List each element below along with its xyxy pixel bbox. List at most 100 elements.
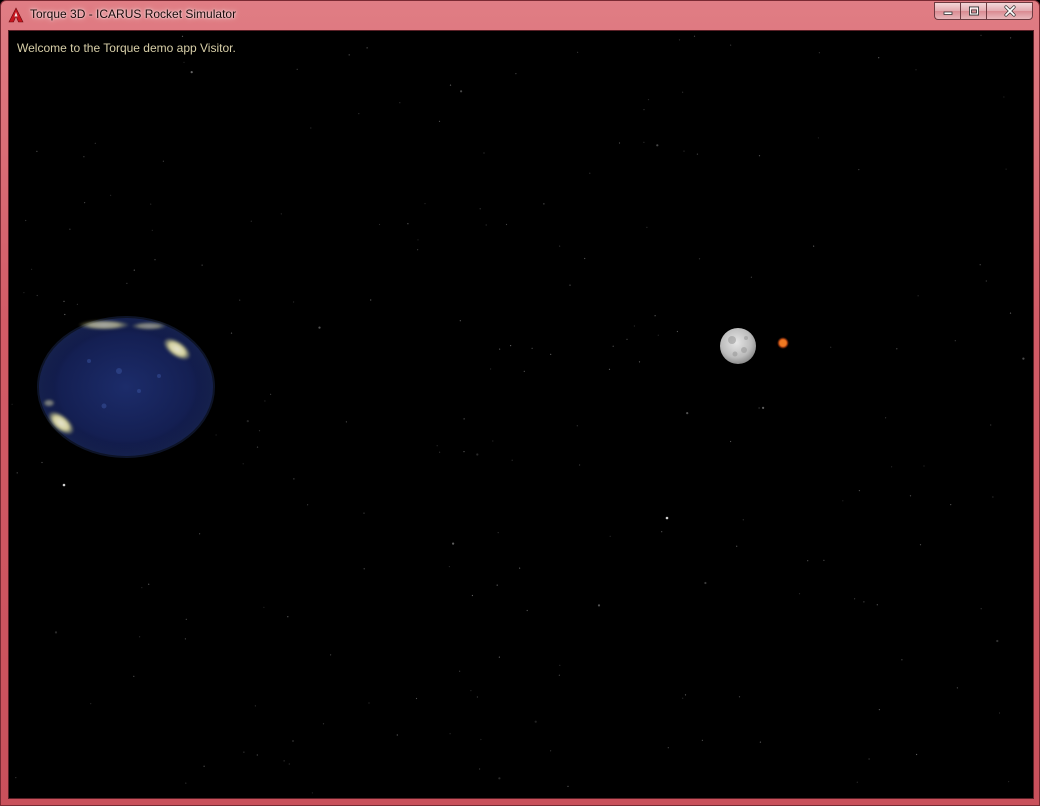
- star: [345, 421, 347, 423]
- star: [683, 150, 685, 152]
- star: [980, 34, 982, 36]
- star: [36, 150, 38, 152]
- star: [151, 229, 153, 231]
- star: [730, 440, 732, 443]
- star: [656, 144, 659, 147]
- star: [842, 500, 844, 502]
- star: [956, 687, 959, 689]
- star: [139, 636, 141, 638]
- star: [162, 160, 164, 162]
- star: [258, 430, 261, 432]
- minimize-icon: [943, 11, 952, 15]
- star: [480, 738, 482, 741]
- star: [310, 127, 312, 129]
- star: [661, 531, 663, 533]
- star: [479, 208, 481, 210]
- close-button[interactable]: [986, 2, 1033, 20]
- star: [203, 765, 205, 767]
- star: [311, 792, 313, 794]
- maximize-button[interactable]: [960, 2, 986, 20]
- star: [979, 264, 981, 266]
- star: [296, 68, 298, 70]
- star: [492, 440, 494, 442]
- star: [459, 320, 461, 322]
- star: [448, 566, 450, 568]
- star: [463, 418, 465, 420]
- star: [550, 750, 552, 752]
- star: [858, 169, 860, 171]
- star: [307, 504, 309, 506]
- star: [762, 406, 765, 409]
- minimize-button[interactable]: [934, 2, 960, 20]
- star: [597, 604, 601, 607]
- star: [863, 601, 865, 603]
- star: [239, 299, 241, 301]
- star: [417, 239, 419, 241]
- star: [293, 301, 295, 303]
- torque-logo-icon[interactable]: [8, 7, 24, 23]
- star: [399, 102, 401, 104]
- star: [415, 697, 418, 700]
- star: [954, 340, 956, 342]
- star: [363, 512, 365, 514]
- star: [449, 84, 452, 86]
- star: [917, 295, 919, 297]
- star: [370, 299, 372, 301]
- star: [1010, 37, 1012, 39]
- star: [31, 268, 33, 270]
- star: [148, 583, 150, 585]
- star: [283, 760, 285, 762]
- close-icon: [1003, 5, 1016, 17]
- earth-planet[interactable]: [37, 316, 215, 458]
- star: [980, 608, 982, 610]
- star: [63, 300, 65, 302]
- star: [471, 594, 473, 597]
- star: [609, 535, 611, 537]
- star: [515, 73, 517, 75]
- star: [485, 224, 487, 226]
- star: [287, 616, 289, 618]
- star: [878, 709, 881, 711]
- star: [407, 223, 409, 225]
- star: [264, 400, 266, 402]
- star: [69, 228, 71, 230]
- star: [618, 142, 621, 144]
- star: [896, 348, 898, 350]
- star: [919, 544, 922, 546]
- star: [41, 461, 43, 464]
- star: [54, 631, 58, 634]
- star: [996, 639, 999, 643]
- star: [901, 659, 903, 661]
- title-bar[interactable]: Torque 3D - ICARUS Rocket Simulator: [1, 1, 1039, 30]
- star: [510, 345, 512, 347]
- star: [94, 142, 96, 144]
- star: [250, 220, 252, 222]
- star: [736, 545, 738, 547]
- star: [150, 203, 152, 205]
- star: [185, 618, 187, 620]
- star: [817, 137, 820, 139]
- mars[interactable]: [777, 337, 789, 349]
- star: [293, 478, 295, 480]
- star: [830, 346, 832, 348]
- star: [497, 532, 499, 534]
- star: [459, 670, 461, 672]
- moon[interactable]: [720, 328, 756, 364]
- star: [559, 664, 561, 667]
- star: [184, 638, 186, 640]
- star: [738, 696, 741, 698]
- star: [916, 753, 918, 756]
- star: [577, 51, 579, 53]
- star: [998, 712, 1001, 714]
- star: [479, 768, 481, 770]
- star: [246, 420, 249, 423]
- 3d-viewport[interactable]: Welcome to the Torque demo app Visitor.: [8, 30, 1034, 799]
- star: [915, 69, 917, 71]
- star: [569, 284, 571, 286]
- star: [436, 445, 438, 447]
- star: [534, 720, 537, 723]
- welcome-message: Welcome to the Torque demo app Visitor.: [17, 41, 236, 55]
- star: [23, 292, 25, 294]
- star: [358, 113, 360, 115]
- star: [589, 172, 591, 174]
